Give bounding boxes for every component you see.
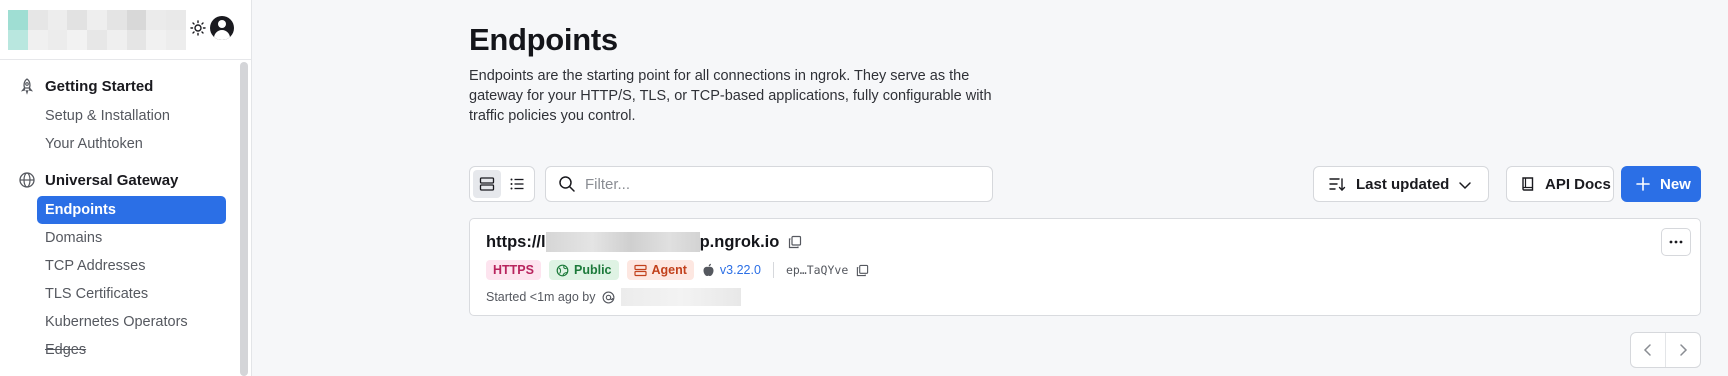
endpoint-url[interactable]: https://l p.ngrok.io (486, 231, 803, 253)
redacted-user (621, 288, 742, 306)
sidebar-header (0, 0, 251, 60)
more-actions-button[interactable] (1661, 228, 1691, 256)
page-description: Endpoints are the starting point for all… (469, 68, 992, 124)
globe-icon (556, 264, 569, 277)
card-view-icon (479, 177, 495, 191)
search-icon (557, 174, 577, 194)
endpoint-url-suffix: p.ngrok.io (699, 232, 780, 251)
agent-version[interactable]: v3.22.0 (702, 263, 761, 277)
plus-icon (1634, 175, 1652, 193)
nav-section-label: Universal Gateway (45, 171, 179, 189)
new-endpoint-button[interactable]: New (1621, 166, 1701, 202)
source-badge: Agent (626, 260, 694, 280)
book-icon (1519, 175, 1537, 193)
chevron-right-icon (1680, 344, 1688, 356)
apple-icon (702, 263, 716, 277)
divider (772, 262, 774, 278)
visibility-label: Public (573, 263, 612, 277)
version-label: v3.22.0 (719, 263, 761, 277)
nav-section-label: Getting Started (45, 77, 154, 95)
ellipsis-icon (1669, 240, 1683, 244)
account-logo[interactable] (8, 10, 186, 50)
nav-section-getting-started[interactable]: Getting Started (18, 74, 232, 98)
server-icon (633, 264, 647, 277)
sort-dropdown[interactable]: Last updated (1313, 166, 1489, 202)
globe-icon (18, 171, 36, 189)
sort-icon (1328, 175, 1346, 193)
rocket-icon (18, 77, 36, 95)
redacted-hostname (545, 232, 700, 252)
endpoint-id-label: ep…TaQYve (785, 263, 849, 277)
next-page-button[interactable] (1665, 333, 1700, 367)
sort-label: Last updated (1356, 175, 1450, 193)
sidebar-scrollbar[interactable] (240, 62, 248, 376)
pagination (1630, 332, 1701, 368)
sidebar-item-tls-certificates[interactable]: TLS Certificates (37, 280, 226, 308)
new-label: New (1660, 175, 1691, 193)
view-toggle (469, 166, 535, 202)
endpoint-url-prefix: https://l (486, 232, 546, 251)
list-view-button[interactable] (503, 170, 531, 198)
sidebar-item-setup[interactable]: Setup & Installation (37, 102, 226, 130)
copy-icon[interactable] (787, 234, 803, 250)
sidebar-item-domains[interactable]: Domains (37, 224, 226, 252)
sidebar-item-authtoken[interactable]: Your Authtoken (37, 130, 226, 158)
filter-field[interactable] (545, 166, 993, 202)
copy-id-icon[interactable] (854, 262, 870, 278)
sidebar-item-kubernetes-operators[interactable]: Kubernetes Operators (37, 308, 226, 336)
sidebar: Getting Started Setup & Installation You… (0, 0, 252, 376)
page-title: Endpoints (469, 22, 618, 57)
nav-section-universal-gateway[interactable]: Universal Gateway (18, 168, 232, 192)
sidebar-item-endpoints[interactable]: Endpoints (37, 196, 226, 224)
source-label: Agent (651, 263, 687, 277)
chevron-down-icon (1456, 176, 1474, 194)
sidebar-nav: Getting Started Setup & Installation You… (0, 74, 232, 364)
chevron-left-icon (1643, 344, 1651, 356)
toolbar: Last updated API Docs New (469, 166, 1701, 202)
list-view-icon (510, 178, 524, 190)
at-sign-icon (601, 290, 615, 304)
previous-page-button[interactable] (1631, 333, 1665, 367)
api-docs-label: API Docs (1545, 175, 1611, 193)
endpoint-id: ep…TaQYve (786, 262, 870, 278)
sidebar-item-edges[interactable]: Edges (37, 336, 226, 364)
api-docs-button[interactable]: API Docs (1506, 166, 1614, 202)
visibility-badge: Public (548, 260, 619, 280)
started-text: Started <1m ago by (486, 290, 596, 304)
protocol-badge: HTTPS (486, 260, 541, 280)
filter-input[interactable] (585, 175, 965, 193)
endpoint-meta: Started <1m ago by (486, 287, 742, 307)
avatar[interactable] (210, 16, 234, 40)
endpoint-card[interactable]: https://l p.ngrok.io HTTPS Public Agent … (469, 218, 1701, 316)
card-view-button[interactable] (473, 170, 501, 198)
endpoint-tags: HTTPS Public Agent v3.22.0 ep…TaQYve (486, 259, 870, 281)
sun-icon[interactable] (188, 18, 208, 38)
sidebar-item-tcp-addresses[interactable]: TCP Addresses (37, 252, 226, 280)
